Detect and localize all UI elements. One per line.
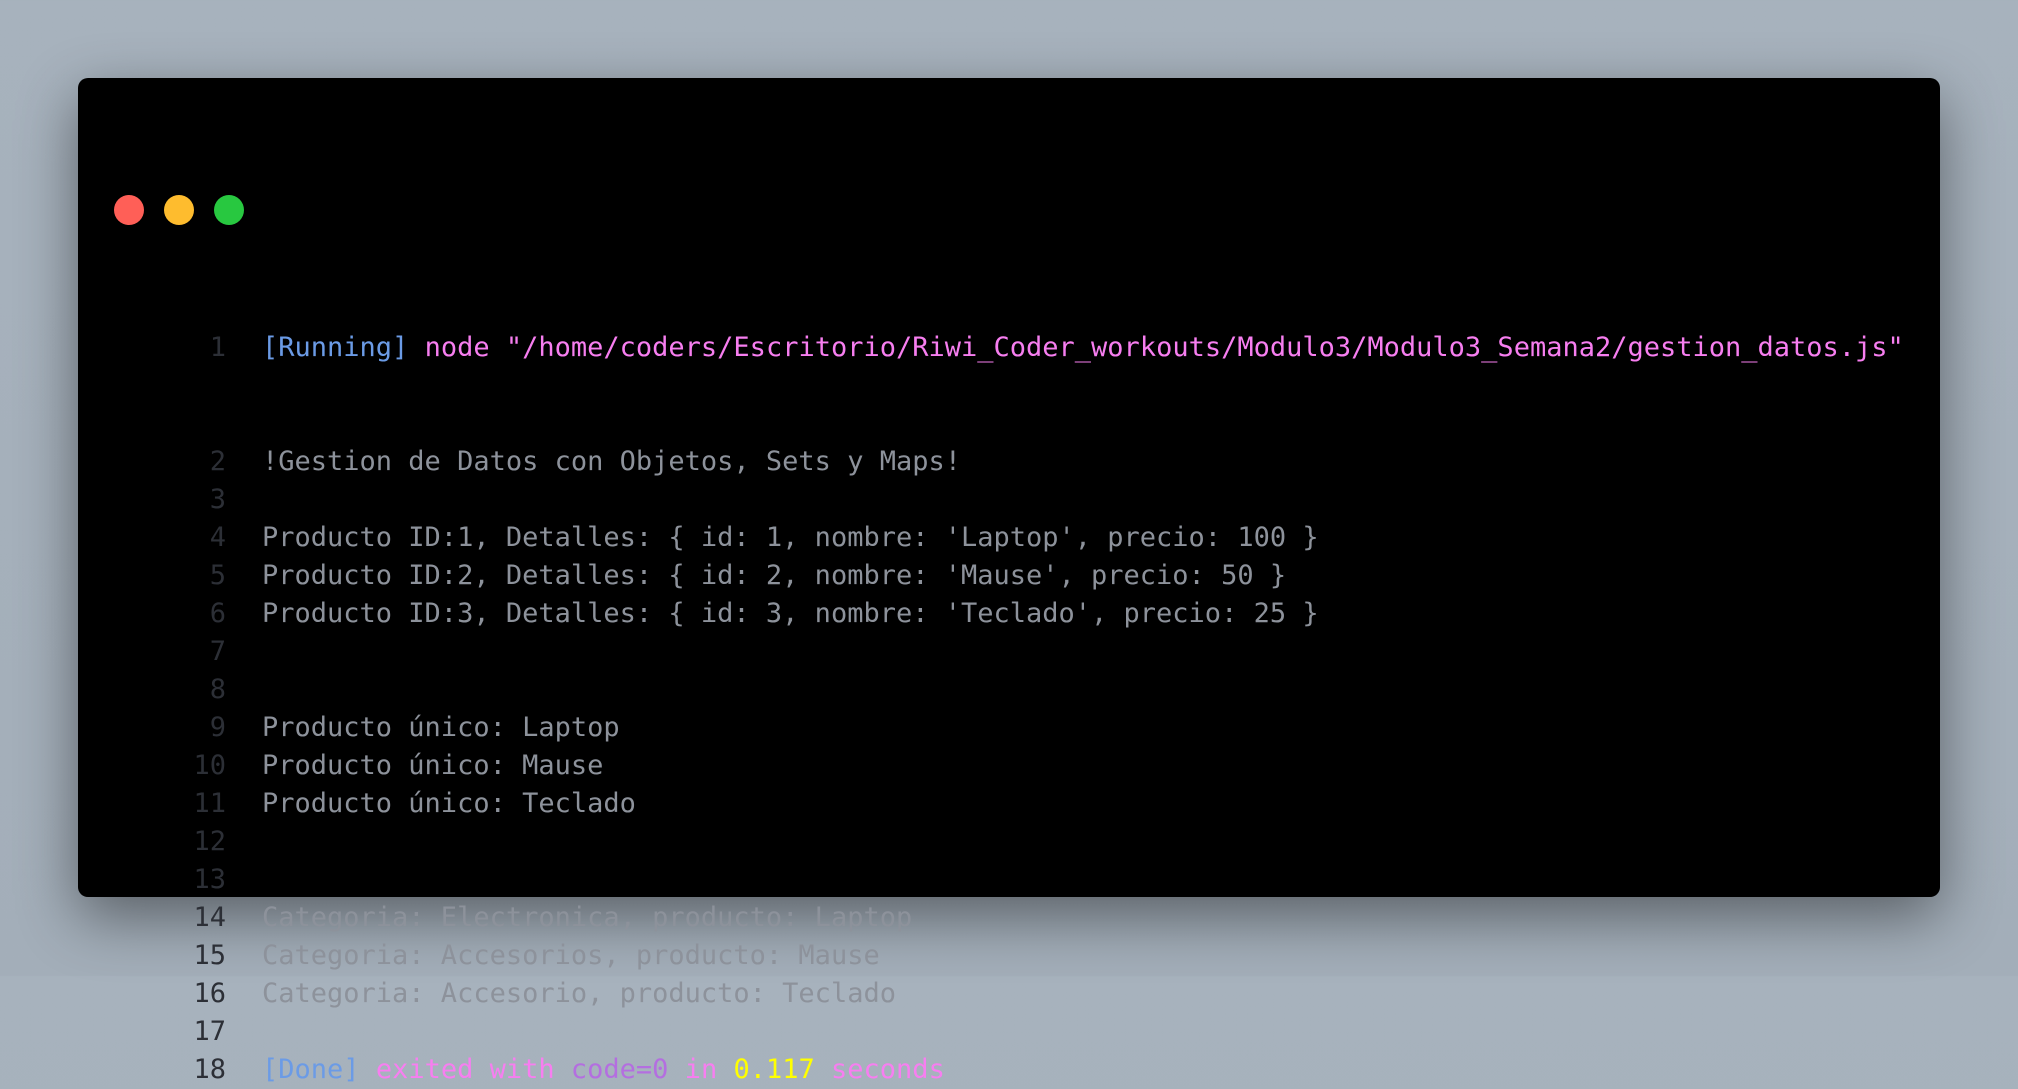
output-text: Categoria: Electronica, producto: Laptop (262, 902, 913, 933)
line-number: 14 (193, 902, 226, 933)
output-line: 2 !Gestion de Datos con Objetos, Sets y M… (78, 443, 1904, 481)
output-line: 7 (78, 633, 1904, 671)
output-text: Categoria: Accesorio, producto: Teclado (262, 978, 896, 1009)
output-text: Producto ID:2, Detalles: { id: 2, nombre… (262, 560, 1287, 591)
output-line: 15 Categoria: Accesorios, producto: Mause (78, 937, 1904, 975)
seconds-text: seconds (831, 1054, 945, 1085)
output-line: 9 Producto único: Laptop (78, 709, 1904, 747)
line-number: 15 (193, 940, 226, 971)
line-number: 11 (193, 788, 226, 819)
line-number: 4 (209, 522, 226, 553)
line-number: 7 (209, 636, 226, 667)
output-line: 17 (78, 1013, 1904, 1051)
line-number: 17 (193, 1016, 226, 1047)
command-text: node "/home/coders/Escritorio/Riwi_Coder… (424, 332, 1904, 363)
output-line: 3 (78, 481, 1904, 519)
exit-code: code=0 (570, 1054, 669, 1085)
output-line: 10 Producto único: Mause (78, 747, 1904, 785)
output-line: 16 Categoria: Accesorio, producto: Teclad… (78, 975, 1904, 1013)
output-panel: 1 [Running] node "/home/coders/Escritori… (78, 253, 1904, 1089)
duration: 0.117 (733, 1054, 815, 1085)
line-number: 10 (193, 750, 226, 781)
output-line: 5 Producto ID:2, Detalles: { id: 2, nombr… (78, 557, 1904, 595)
in-text: in (684, 1054, 718, 1085)
output-text: Producto único: Laptop (262, 712, 620, 743)
output-line: 1 [Running] node "/home/coders/Escritori… (78, 329, 1904, 367)
line-number: 8 (209, 674, 226, 705)
output-text: !Gestion de Datos con Objetos, Sets y Ma… (262, 446, 961, 477)
output-line: 11 Producto único: Teclado (78, 785, 1904, 823)
line-number: 1 (209, 332, 226, 363)
output-line: 8 (78, 671, 1904, 709)
done-line: 18 [Done] exited with code=0 in 0.117 sec… (78, 1051, 1904, 1089)
output-text: Producto único: Mause (262, 750, 604, 781)
output-text: Producto único: Teclado (262, 788, 636, 819)
output-line: 6 Producto ID:3, Detalles: { id: 3, nombr… (78, 595, 1904, 633)
line-number: 18 (193, 1054, 226, 1085)
output-line: 13 (78, 861, 1904, 899)
line-number: 5 (209, 560, 226, 591)
line-number: 2 (209, 446, 226, 477)
terminal-window: 1 [Running] node "/home/coders/Escritori… (78, 78, 1940, 1085)
line-number: 12 (193, 826, 226, 857)
line-number: 13 (193, 864, 226, 895)
output-text: Categoria: Accesorios, producto: Mause (262, 940, 880, 971)
line-number: 6 (209, 598, 226, 629)
maximize-button[interactable] (214, 195, 244, 225)
output-line: 14 Categoria: Electronica, producto: Lapt… (78, 899, 1904, 937)
exited-text: exited with (375, 1054, 555, 1085)
done-tag: [Done] (262, 1054, 360, 1085)
line-number: 16 (193, 978, 226, 1009)
output-line: 4 Producto ID:1, Detalles: { id: 1, nombr… (78, 519, 1904, 557)
output-text: Producto ID:1, Detalles: { id: 1, nombre… (262, 522, 1319, 553)
output-text: Producto ID:3, Detalles: { id: 3, nombre… (262, 598, 1319, 629)
close-button[interactable] (114, 195, 144, 225)
running-tag: [Running] (262, 332, 409, 363)
line-number: 3 (209, 484, 226, 515)
output-line: 12 (78, 823, 1904, 861)
minimize-button[interactable] (164, 195, 194, 225)
line-number: 9 (209, 712, 226, 743)
